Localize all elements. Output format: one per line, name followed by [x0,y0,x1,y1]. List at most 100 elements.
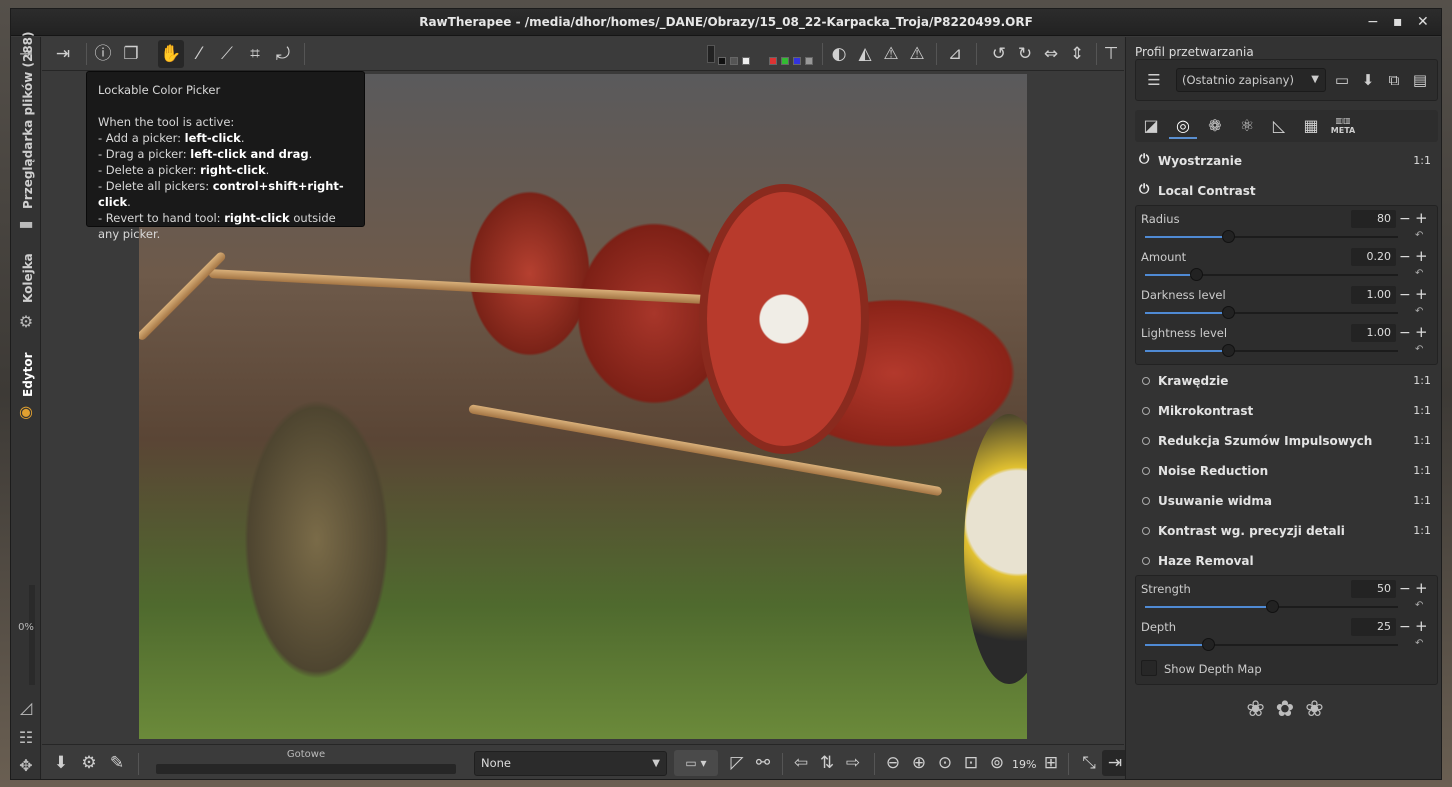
reset-icon[interactable]: ↶ [1415,600,1423,611]
rotate-right-icon[interactable]: ↻ [1012,40,1038,68]
focus-mask-icon[interactable] [707,45,715,63]
flip-horizontal-icon[interactable]: ⇔ [1038,40,1064,68]
zoom-fit-crop-icon[interactable]: ⊡ [958,750,984,776]
param-value[interactable]: 1.00 [1351,324,1396,342]
perspective-icon[interactable]: ⊿ [942,40,968,68]
reset-icon[interactable]: ↶ [1415,344,1423,355]
rotate-left-icon[interactable]: ↺ [986,40,1012,68]
send-to-queue-icon[interactable]: ⚙ [76,750,102,776]
disabled-indicator-icon[interactable] [1142,527,1150,535]
preview-sharpening-icon[interactable]: ◐ [826,40,852,68]
param-value[interactable]: 80 [1351,210,1396,228]
plus-icon[interactable]: + [1415,247,1428,265]
power-icon[interactable]: ⏻ [1139,152,1149,167]
hand-tool-icon[interactable]: ✋ [158,40,184,68]
param-value[interactable]: 50 [1351,580,1396,598]
profile-list-icon[interactable]: ☰ [1142,68,1166,92]
slider-track[interactable] [1145,344,1398,357]
output-profile-select[interactable]: None ▼ [474,751,667,776]
zoom-in-icon[interactable]: ⊕ [906,750,932,776]
show-depth-map-checkbox[interactable] [1141,660,1157,676]
tab-transform-icon[interactable]: ◺ [1265,113,1293,139]
channel-blue-icon[interactable] [793,57,801,65]
tab-raw-icon[interactable]: ▦ [1297,113,1325,139]
slider-handle[interactable] [1202,638,1216,651]
previous-image-icon[interactable]: ⇦ [788,750,814,776]
slider-track[interactable] [1145,230,1398,243]
tool-haze-removal[interactable]: Haze Removal [1135,547,1438,575]
before-after-icon[interactable]: ❐ [118,40,144,68]
disabled-indicator-icon[interactable] [1142,467,1150,475]
tab-file-browser[interactable]: Przeglądarka plików (288) [11,32,41,210]
channel-green-icon[interactable] [781,57,789,65]
disabled-indicator-icon[interactable] [1142,407,1150,415]
param-value[interactable]: 1.00 [1351,286,1396,304]
plus-icon[interactable]: + [1415,323,1428,341]
tab-advanced-icon[interactable]: ⚛ [1233,113,1261,139]
tool-microcontrast[interactable]: Mikrokontrast 1:1 [1135,397,1438,425]
reset-icon[interactable]: ↶ [1415,306,1423,317]
zoom-out-icon[interactable]: ⊖ [880,750,906,776]
disabled-indicator-icon[interactable] [1142,377,1150,385]
channel-luminance-icon[interactable] [805,57,813,65]
plus-icon[interactable]: + [1415,617,1428,635]
minus-icon[interactable]: − [1399,324,1411,342]
plus-icon[interactable]: + [1415,209,1428,227]
straighten-icon[interactable]: ⤾ [270,40,296,68]
slider-handle[interactable] [1222,344,1236,357]
minus-icon[interactable]: − [1399,618,1411,636]
paste-profile-icon[interactable]: ▤ [1408,68,1432,92]
new-window-icon[interactable]: ◿ [15,697,37,719]
next-image-icon[interactable]: ⇨ [840,750,866,776]
save-image-icon[interactable]: ⬇ [48,750,74,776]
power-icon[interactable]: ⏻ [1139,182,1149,197]
tab-color-icon[interactable]: ❁ [1201,113,1229,139]
tab-metadata[interactable]: ▥▥ META [1329,113,1357,139]
tool-contrast-by-detail-levels[interactable]: Kontrast wg. precyzji detali 1:1 [1135,517,1438,545]
tool-noise-reduction[interactable]: Noise Reduction 1:1 [1135,457,1438,485]
slider-handle[interactable] [1222,306,1236,319]
color-picker-icon[interactable]: ⟋ [214,40,240,68]
channel-gray-icon[interactable] [730,57,738,65]
reset-icon[interactable]: ↶ [1415,638,1423,649]
hide-right-panel-icon[interactable]: ⊤ [1098,40,1124,68]
disabled-indicator-icon[interactable] [1142,437,1150,445]
channel-light-icon[interactable] [742,57,750,65]
move-icon[interactable]: ✥ [15,755,37,777]
white-balance-picker-icon[interactable]: ⁄ [186,40,212,68]
plus-icon[interactable]: + [1415,579,1428,597]
slider-handle[interactable] [1189,268,1203,281]
external-editor-icon[interactable]: ✎ [104,750,130,776]
flip-vertical-icon[interactable]: ⇕ [1064,40,1090,68]
hide-panel-icon[interactable]: ⇥ [50,40,76,68]
slider-handle[interactable] [1222,230,1236,243]
minus-icon[interactable]: − [1399,210,1411,228]
copy-profile-icon[interactable]: ⧉ [1382,68,1406,92]
tool-local-contrast[interactable]: ⏻ Local Contrast [1135,177,1438,205]
open-profile-icon[interactable]: ▭ [1330,68,1354,92]
reset-icon[interactable]: ↶ [1415,268,1423,279]
slider-handle[interactable] [1265,600,1279,613]
tool-edges[interactable]: Krawędzie 1:1 [1135,367,1438,395]
slider-track[interactable] [1145,600,1398,613]
tool-sharpening[interactable]: ⏻ Wyostrzanie 1:1 [1135,147,1438,175]
reset-icon[interactable]: ↶ [1415,230,1423,241]
zoom-100-icon[interactable]: ⊚ [984,750,1010,776]
minus-icon[interactable]: − [1399,580,1411,598]
slider-track[interactable] [1145,268,1398,281]
maximize-icon[interactable]: ▪ [1393,9,1403,36]
new-detail-window-icon[interactable]: ⊞ [1038,750,1064,776]
disabled-indicator-icon[interactable] [1142,557,1150,565]
param-value[interactable]: 0.20 [1351,248,1396,266]
soft-proof-icon[interactable]: ⚯ [750,750,776,776]
minimize-icon[interactable]: − [1367,9,1379,36]
channel-red-icon[interactable] [769,57,777,65]
zoom-fit-icon[interactable]: ⊙ [932,750,958,776]
info-icon[interactable]: ⓘ [90,40,116,68]
param-value[interactable]: 25 [1351,618,1396,636]
preferences-icon[interactable]: ☷ [15,727,37,749]
clip-highlights-icon[interactable]: ⚠ [904,40,930,68]
tool-defringe[interactable]: Usuwanie widma 1:1 [1135,487,1438,515]
profile-select[interactable]: (Ostatnio zapisany) ▼ [1176,68,1326,92]
disabled-indicator-icon[interactable] [1142,497,1150,505]
